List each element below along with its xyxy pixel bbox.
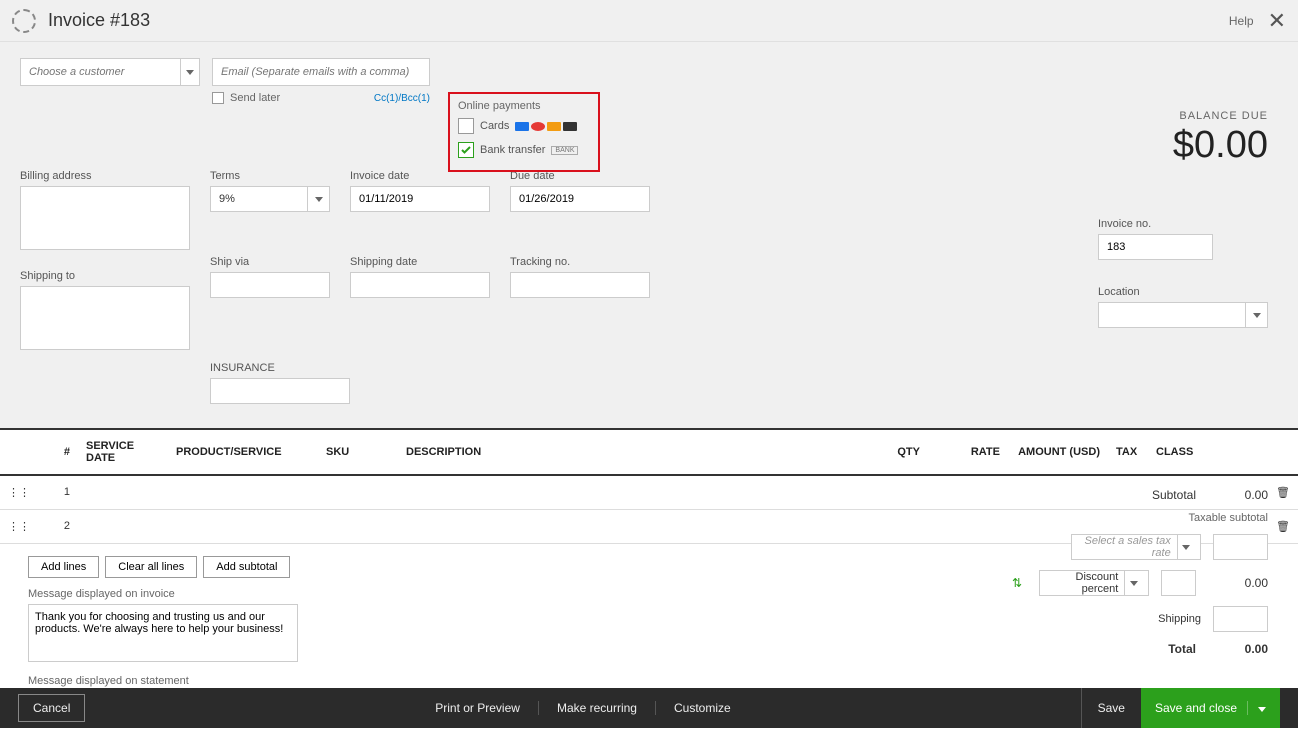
- invoice-no-input[interactable]: [1098, 234, 1213, 260]
- tracking-no-input[interactable]: [510, 272, 650, 298]
- add-lines-button[interactable]: Add lines: [28, 556, 99, 578]
- discount-type-select[interactable]: Discount percent: [1039, 570, 1149, 596]
- message-invoice-input[interactable]: [28, 604, 298, 662]
- shipping-total-label: Shipping: [1158, 613, 1201, 625]
- billing-address-label: Billing address: [20, 170, 190, 182]
- invoice-date-input[interactable]: [350, 186, 490, 212]
- cc-bcc-link[interactable]: Cc(1)/Bcc(1): [374, 93, 430, 104]
- invoice-no-label: Invoice no.: [1098, 218, 1268, 230]
- help-label: Help: [1229, 14, 1254, 28]
- ship-via-label: Ship via: [210, 256, 330, 268]
- discount-caret-icon[interactable]: [1124, 571, 1142, 595]
- customer-select[interactable]: [20, 58, 200, 86]
- shipping-date-label: Shipping date: [350, 256, 490, 268]
- email-input[interactable]: [212, 58, 430, 86]
- terms-value: 9%: [219, 193, 235, 205]
- add-subtotal-button[interactable]: Add subtotal: [203, 556, 290, 578]
- location-label: Location: [1098, 286, 1268, 298]
- clear-all-lines-button[interactable]: Clear all lines: [105, 556, 197, 578]
- bank-transfer-label: Bank transfer: [480, 144, 545, 156]
- ship-via-input[interactable]: [210, 272, 330, 298]
- terms-select[interactable]: 9%: [210, 186, 330, 212]
- print-preview-link[interactable]: Print or Preview: [417, 701, 539, 715]
- col-sku: SKU: [318, 429, 398, 475]
- totals-area: Subtotal 0.00 Taxable subtotal Select a s…: [948, 488, 1268, 666]
- grip-icon[interactable]: ⋮⋮: [0, 475, 38, 509]
- due-date-input[interactable]: [510, 186, 650, 212]
- customize-link[interactable]: Customize: [656, 701, 749, 715]
- tax-amount-input[interactable]: [1213, 534, 1268, 560]
- col-qty: QTY: [858, 429, 928, 475]
- save-button[interactable]: Save: [1081, 688, 1141, 728]
- customer-dropdown-caret[interactable]: [180, 59, 199, 85]
- card-brand-icons: [515, 122, 577, 131]
- save-and-close-button[interactable]: Save and close: [1141, 688, 1280, 728]
- delete-row-icon[interactable]: 🗑: [1268, 475, 1298, 509]
- shipping-to-label: Shipping to: [20, 270, 190, 282]
- col-tax: TAX: [1108, 429, 1148, 475]
- location-caret-icon[interactable]: [1245, 303, 1267, 327]
- make-recurring-link[interactable]: Make recurring: [539, 701, 656, 715]
- col-service-date: SERVICE DATE: [78, 429, 168, 475]
- taxable-subtotal-label: Taxable subtotal: [1189, 512, 1269, 524]
- bank-badge: BANK: [551, 146, 578, 155]
- help-button[interactable]: Help: [1225, 14, 1254, 28]
- online-payments-title: Online payments: [458, 100, 590, 112]
- col-num: #: [38, 429, 78, 475]
- col-product: PRODUCT/SERVICE: [168, 429, 318, 475]
- insurance-input[interactable]: [210, 378, 350, 404]
- swap-icon[interactable]: ⇅: [1007, 573, 1027, 593]
- online-payments-box: Online payments Cards Bank transfer BANK: [448, 92, 600, 172]
- customer-input[interactable]: [21, 66, 180, 78]
- col-class: CLASS: [1148, 429, 1268, 475]
- billing-address-input[interactable]: [20, 186, 190, 250]
- header-bar: Invoice #183 Help ✕: [0, 0, 1298, 42]
- terms-label: Terms: [210, 170, 330, 182]
- col-description: DESCRIPTION: [398, 429, 858, 475]
- send-later-checkbox[interactable]: [212, 92, 224, 104]
- total-label: Total: [1168, 642, 1196, 656]
- cards-label: Cards: [480, 120, 509, 132]
- shipping-to-input[interactable]: [20, 286, 190, 350]
- send-later-label: Send later: [230, 92, 280, 104]
- balance-due-label: BALANCE DUE: [1173, 110, 1268, 122]
- location-select[interactable]: [1098, 302, 1268, 328]
- history-icon[interactable]: [12, 9, 36, 33]
- form-header-area: Send later Cc(1)/Bcc(1) Online payments …: [0, 42, 1298, 428]
- delete-row-icon[interactable]: 🗑: [1268, 509, 1298, 543]
- subtotal-label: Subtotal: [1152, 488, 1196, 502]
- discount-label: Discount percent: [1046, 571, 1118, 595]
- close-icon[interactable]: ✕: [1268, 8, 1286, 34]
- page-title: Invoice #183: [48, 10, 150, 31]
- shipping-date-input[interactable]: [350, 272, 490, 298]
- col-amount: AMOUNT (USD): [1008, 429, 1108, 475]
- sales-tax-select[interactable]: Select a sales tax rate: [1071, 534, 1201, 560]
- insurance-label: INSURANCE: [210, 362, 350, 374]
- tracking-no-label: Tracking no.: [510, 256, 650, 268]
- row-num: 1: [38, 475, 78, 509]
- grip-icon[interactable]: ⋮⋮: [0, 509, 38, 543]
- balance-due-amount: $0.00: [1173, 124, 1268, 167]
- footer-bar: Cancel Print or Preview Make recurring C…: [0, 688, 1298, 728]
- save-close-label: Save and close: [1155, 701, 1237, 715]
- save-close-dropdown-icon[interactable]: [1247, 701, 1266, 715]
- subtotal-value: 0.00: [1208, 488, 1268, 502]
- total-value: 0.00: [1208, 642, 1268, 656]
- sales-tax-placeholder: Select a sales tax rate: [1078, 535, 1171, 559]
- row-num: 2: [38, 509, 78, 543]
- terms-caret-icon[interactable]: [307, 187, 329, 211]
- discount-input[interactable]: [1161, 570, 1196, 596]
- discount-value: 0.00: [1208, 576, 1268, 590]
- cards-checkbox[interactable]: [458, 118, 474, 134]
- balance-due-block: BALANCE DUE $0.00: [1173, 110, 1268, 167]
- bank-transfer-checkbox[interactable]: [458, 142, 474, 158]
- shipping-amount-input[interactable]: [1213, 606, 1268, 632]
- message-statement-label: Message displayed on statement: [28, 675, 1270, 687]
- col-rate: RATE: [928, 429, 1008, 475]
- tax-caret-icon[interactable]: [1177, 535, 1194, 559]
- cancel-button[interactable]: Cancel: [18, 694, 85, 722]
